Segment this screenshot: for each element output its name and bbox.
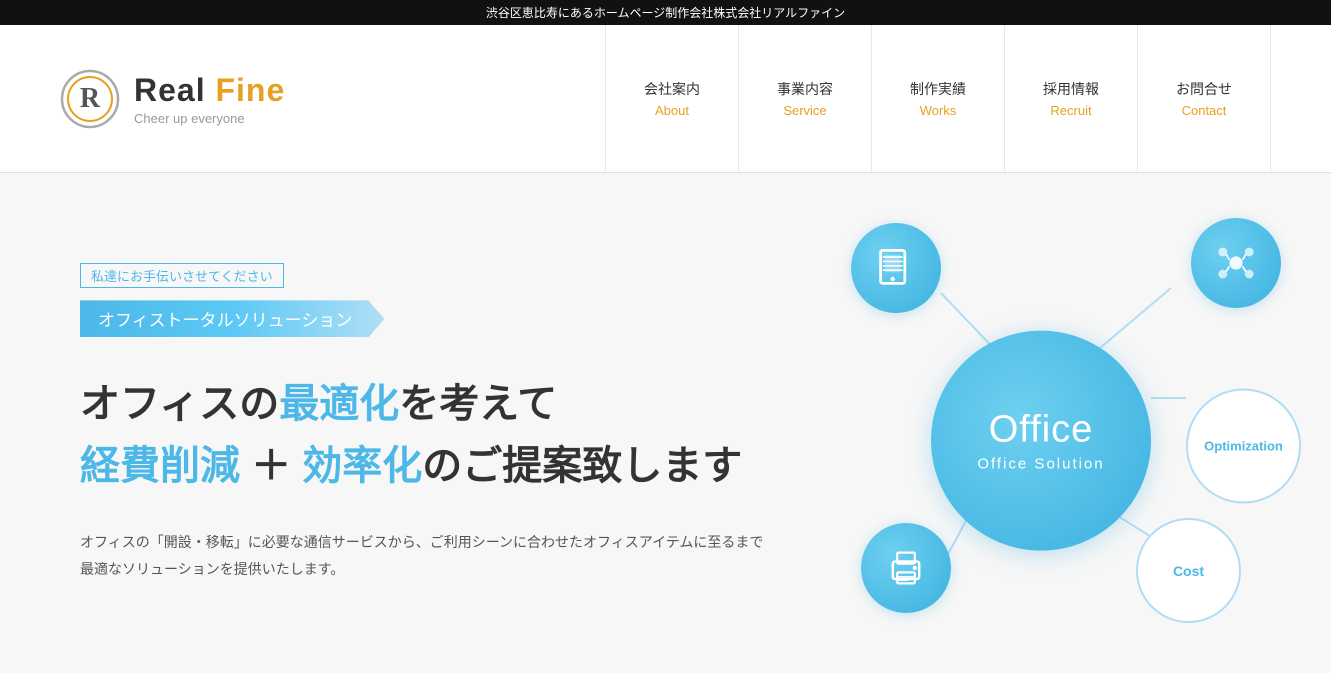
nav-label-ja-service: 事業内容: [777, 79, 833, 99]
nav-label-ja-contact: お問合せ: [1176, 79, 1232, 99]
logo-tagline: Cheer up everyone: [134, 111, 285, 126]
nav-label-ja-recruit: 採用情報: [1043, 79, 1099, 99]
hero-title: オフィスの最適化を考えて 経費削減 ＋ 効率化のご提案致します: [80, 373, 840, 497]
diagram-phone-circle: [851, 223, 941, 313]
logo-area: R Real Fine Cheer up everyone: [60, 69, 285, 129]
nav-item-recruit[interactable]: 採用情報 Recruit: [1004, 25, 1137, 172]
diagram-center-sub: Office Solution: [977, 456, 1104, 473]
hero-badge: オフィストータルソリューション: [80, 300, 384, 337]
nav-label-en-works: Works: [920, 103, 957, 118]
top-bar-text: 渋谷区恵比寿にあるホームページ制作会社株式会社リアルファイン: [486, 6, 845, 20]
hero-desc-line1: オフィスの「開設・移転」に必要な通信サービスから、ご利用シーンに合わせたオフィス…: [80, 529, 840, 556]
hero-title-highlight2: 効率化: [302, 444, 422, 488]
nav-item-works[interactable]: 制作実績 Works: [871, 25, 1004, 172]
phone-icon: [874, 246, 918, 290]
hero-title-line1: オフィスの最適化を考えて: [80, 373, 840, 435]
header: R Real Fine Cheer up everyone 会社案内 About…: [0, 25, 1331, 173]
hero-title-line2: 経費削減 ＋ 効率化のご提案致します: [80, 435, 840, 497]
nav-label-ja-works: 制作実績: [910, 79, 966, 99]
top-bar: 渋谷区恵比寿にあるホームページ制作会社株式会社リアルファイン: [0, 0, 1331, 25]
printer-icon: [884, 546, 928, 590]
hero-description: オフィスの「開設・移転」に必要な通信サービスから、ご利用シーンに合わせたオフィス…: [80, 529, 840, 582]
hero-desc-line2: 最適なソリューションを提供いたします。: [80, 556, 840, 583]
hero-title-post: のご提案致します: [422, 444, 742, 488]
diagram-optimization-circle: Optimization: [1186, 389, 1301, 504]
nav-item-contact[interactable]: お問合せ Contact: [1137, 25, 1271, 172]
diagram-cost-label: Cost: [1173, 563, 1204, 579]
hero-diagram: Office Office Solution: [781, 213, 1301, 633]
hero-title-line1-pre: オフィスの: [80, 382, 279, 426]
hero-title-line1-post: を考えて: [399, 382, 557, 426]
hero-title-highlight1: 経費削減: [80, 444, 240, 488]
network-icon: [1214, 241, 1258, 285]
diagram-printer-circle: [861, 523, 951, 613]
nav-label-ja-about: 会社案内: [644, 79, 700, 99]
logo-icon: R: [60, 69, 120, 129]
diagram-center-title: Office: [989, 409, 1094, 452]
nav-label-en-about: About: [655, 103, 689, 118]
nav-label-en-recruit: Recruit: [1050, 103, 1091, 118]
nav-label-en-service: Service: [783, 103, 826, 118]
hero-sub-label: 私達にお手伝いさせてください: [80, 263, 284, 288]
nav-item-service[interactable]: 事業内容 Service: [738, 25, 871, 172]
logo-text-area: Real Fine Cheer up everyone: [134, 72, 285, 126]
diagram-network-circle: [1191, 218, 1281, 308]
nav-item-about[interactable]: 会社案内 About: [605, 25, 738, 172]
logo-name-part1: Real: [134, 72, 215, 108]
logo-name: Real Fine: [134, 72, 285, 109]
hero-title-mid: ＋: [240, 444, 302, 488]
diagram-cost-circle: Cost: [1136, 518, 1241, 623]
diagram-optimization-label: Optimization: [1204, 439, 1283, 454]
logo-name-part2: Fine: [215, 72, 285, 108]
hero-title-line1-highlight: 最適化: [279, 382, 399, 426]
hero-section: 私達にお手伝いさせてください オフィストータルソリューション オフィスの最適化を…: [0, 173, 1331, 673]
svg-text:R: R: [80, 83, 101, 114]
hero-left: 私達にお手伝いさせてください オフィストータルソリューション オフィスの最適化を…: [80, 263, 840, 582]
diagram-center-circle: Office Office Solution: [931, 331, 1151, 551]
nav-label-en-contact: Contact: [1182, 103, 1227, 118]
nav: 会社案内 About 事業内容 Service 制作実績 Works 採用情報 …: [605, 25, 1271, 172]
